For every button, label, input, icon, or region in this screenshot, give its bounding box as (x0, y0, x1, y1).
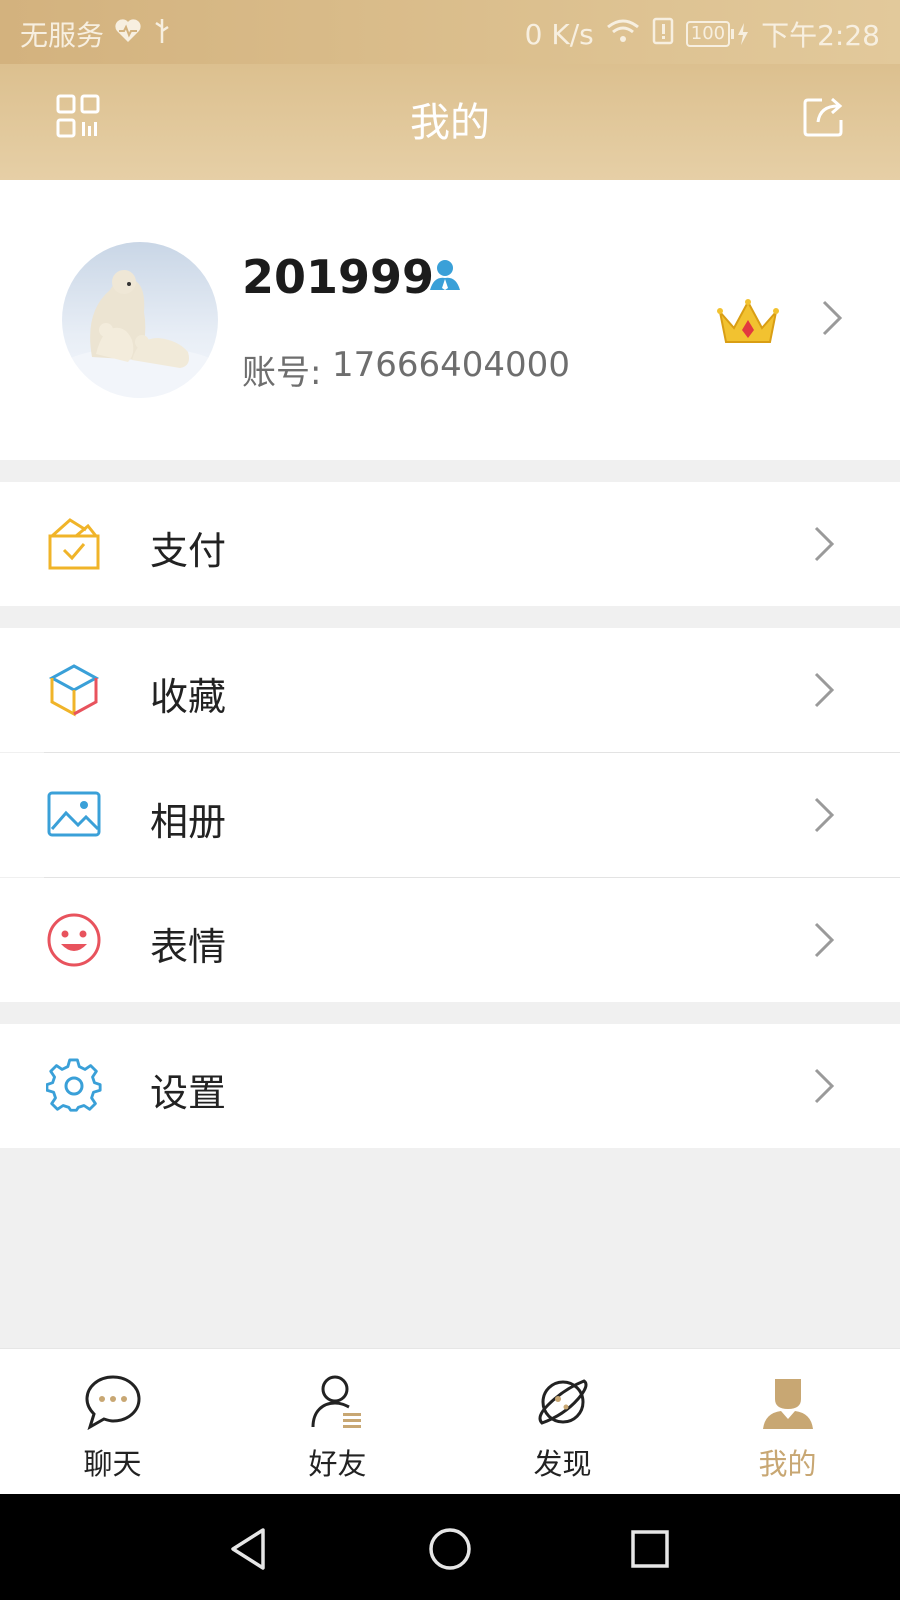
menu-item-settings[interactable]: 设置 (0, 1024, 900, 1148)
menu-item-label: 设置 (150, 1071, 227, 1115)
chevron-right-icon (812, 795, 836, 835)
planet-icon (534, 1373, 592, 1431)
chevron-right-icon (812, 670, 836, 710)
username: 201999 (242, 250, 435, 304)
chat-bubble-icon (84, 1373, 142, 1431)
tab-chat[interactable]: 聊天 (0, 1349, 225, 1495)
battery-icon: 100 (685, 21, 749, 47)
bottom-tab-bar: 聊天 好友 发现 我的 (0, 1348, 900, 1495)
wallet-check-icon (46, 516, 102, 572)
carrier-text: 无服务 (20, 19, 105, 52)
menu-item-label: 表情 (150, 925, 227, 969)
menu-item-stickers[interactable]: 表情 (0, 878, 900, 1002)
tab-label: 发现 (533, 1447, 592, 1481)
chevron-right-icon (812, 920, 836, 960)
usb-icon (152, 17, 172, 52)
battery-level: 100 (685, 21, 731, 47)
back-button[interactable] (225, 1524, 275, 1574)
net-speed-text: 0 K/s (524, 17, 594, 51)
wifi-icon (606, 17, 640, 52)
cube-icon (46, 662, 102, 718)
share-button[interactable] (802, 94, 846, 138)
home-button[interactable] (425, 1524, 475, 1574)
smile-icon (46, 912, 102, 968)
share-icon (803, 97, 843, 137)
menu-item-label: 收藏 (150, 675, 227, 719)
account-number: 17666404000 (332, 345, 570, 385)
polar-bear-photo (62, 270, 218, 398)
contacts-icon (309, 1373, 367, 1431)
tab-label: 聊天 (83, 1447, 142, 1481)
account-label: 账号: (242, 353, 322, 393)
vip-crown-icon[interactable] (716, 298, 780, 348)
profile-icon (759, 1373, 817, 1431)
menu-item-label: 相册 (150, 800, 227, 844)
tab-label: 好友 (308, 1447, 367, 1481)
status-bar: 无服务 0 K/s 100 下午2:28 (0, 0, 900, 64)
chevron-right-icon (812, 524, 836, 564)
menu-item-album[interactable]: 相册 (0, 753, 900, 877)
sim-alert-icon (652, 17, 674, 52)
tab-discover[interactable]: 发现 (450, 1349, 675, 1495)
chevron-right-icon (820, 298, 844, 338)
chevron-right-icon (812, 1066, 836, 1106)
avatar[interactable] (62, 242, 218, 398)
user-badge-icon (428, 258, 462, 296)
menu-item-pay[interactable]: 支付 (0, 482, 900, 606)
gear-icon (45, 1058, 102, 1114)
tab-label: 我的 (758, 1447, 817, 1481)
menu-item-favorites[interactable]: 收藏 (0, 628, 900, 752)
home-circle-icon (429, 1528, 471, 1570)
recents-button[interactable] (625, 1524, 675, 1574)
back-triangle-icon (231, 1528, 265, 1570)
tab-friends[interactable]: 好友 (225, 1349, 450, 1495)
clock-text: 下午2:28 (761, 19, 880, 52)
menu-item-label: 支付 (150, 529, 227, 573)
tab-me[interactable]: 我的 (675, 1349, 900, 1495)
heart-rate-icon (114, 18, 142, 51)
system-nav-bar (0, 1494, 900, 1600)
header-bar: 我的 (0, 64, 900, 180)
image-icon (46, 787, 102, 843)
page-title: 我的 (410, 100, 490, 146)
profile-card[interactable]: 201999 账号: 17666404000 (0, 180, 900, 460)
recents-square-icon (631, 1530, 669, 1568)
